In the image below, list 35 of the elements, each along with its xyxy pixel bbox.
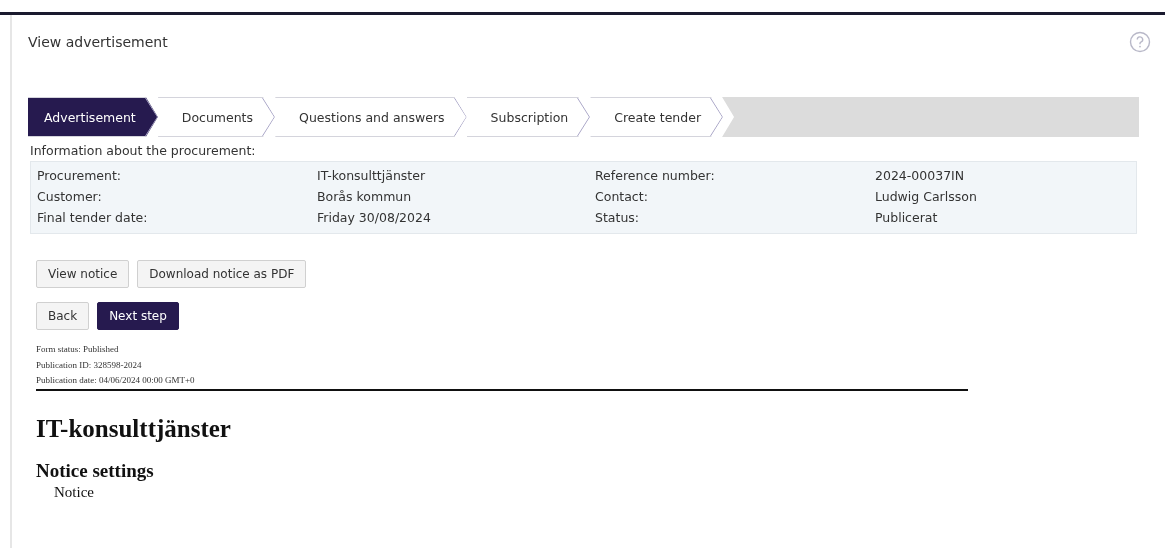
- form-meta-text: Publication ID: 328598-2024: [36, 358, 143, 372]
- step-tab[interactable]: Documents: [157, 97, 276, 137]
- field-value: Friday 30/08/2024: [317, 209, 432, 227]
- step-tab[interactable]: Create tender: [590, 97, 724, 137]
- chevron-icon: [453, 98, 467, 136]
- form-meta-text: Publication date: 04/06/2024 00:00 GMT+0: [36, 374, 196, 387]
- step-tab[interactable]: Advertisement: [28, 97, 158, 137]
- field-label: Contact:: [595, 188, 649, 206]
- step-tab[interactable]: Questions and answers: [275, 97, 467, 137]
- field-label: Customer:: [37, 188, 103, 206]
- chevron-icon: [144, 98, 158, 136]
- outline-item: Notice: [54, 483, 95, 501]
- chevron-icon: [577, 98, 591, 136]
- field-value: 2024-00037IN: [875, 167, 966, 185]
- button[interactable]: View notice: [36, 260, 130, 288]
- form-meta-text: Form status: Published: [36, 343, 120, 356]
- section-heading: Notice settings: [36, 459, 155, 482]
- field-label: Reference number:: [595, 167, 716, 185]
- chevron-icon: [710, 98, 724, 136]
- button[interactable]: Back: [36, 302, 90, 330]
- primary-button[interactable]: Next step: [97, 302, 179, 330]
- help-icon[interactable]: [1129, 31, 1151, 53]
- chevron-icon: [262, 98, 276, 136]
- page-title: View advertisement: [28, 34, 168, 50]
- field-value: Ludwig Carlsson: [875, 188, 978, 206]
- field-value: Publicerat: [875, 209, 939, 227]
- field-value: IT-konsulttjänster: [317, 167, 427, 185]
- button[interactable]: Download notice as PDF: [137, 260, 307, 288]
- field-value: Borås kommun: [317, 188, 413, 206]
- field-label: Final tender date:: [37, 209, 149, 227]
- step-tab[interactable]: Subscription: [466, 97, 591, 137]
- document-heading: IT-konsulttjänster: [36, 414, 232, 443]
- field-label: Procurement:: [37, 167, 123, 185]
- field-label: Status:: [595, 209, 641, 227]
- section-caption: Information about the procurement:: [30, 143, 257, 158]
